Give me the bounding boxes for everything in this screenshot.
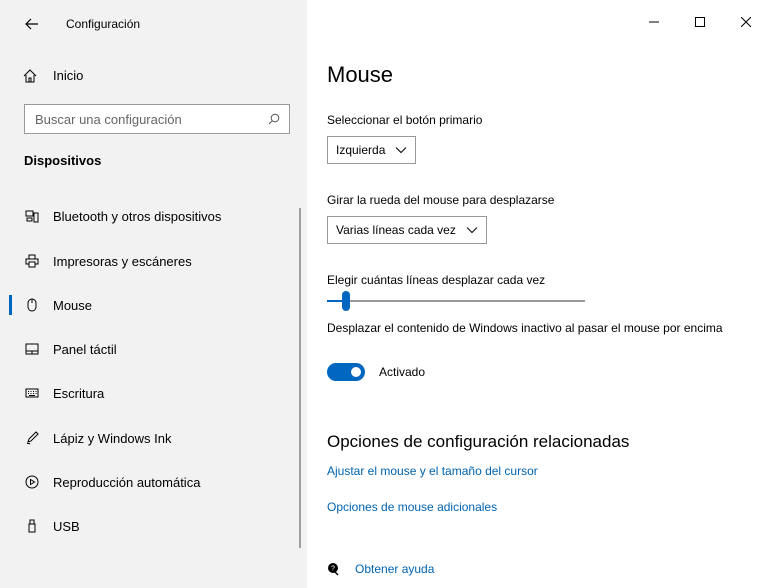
pen-icon xyxy=(24,430,40,446)
primary-button-value: Izquierda xyxy=(336,143,386,157)
bluetooth-devices-icon xyxy=(24,208,40,224)
window-controls xyxy=(631,0,769,44)
main-content: Mouse Seleccionar el botón primario Izqu… xyxy=(307,0,769,588)
close-icon xyxy=(741,17,751,27)
search-input[interactable] xyxy=(25,111,259,127)
page-title: Mouse xyxy=(327,62,394,87)
sidebar-item-printers[interactable]: Impresoras y escáneres xyxy=(0,241,298,281)
svg-text:?: ? xyxy=(331,566,335,573)
back-arrow-icon xyxy=(25,18,38,30)
sidebar-item-label: Reproducción automática xyxy=(53,475,201,490)
usb-icon xyxy=(24,518,40,534)
mouse-icon xyxy=(24,297,40,313)
sidebar-item-label: Bluetooth y otros dispositivos xyxy=(53,209,222,224)
close-button[interactable] xyxy=(723,0,769,44)
printer-icon xyxy=(24,253,40,269)
chevron-down-icon xyxy=(466,224,478,236)
inactive-scroll-label: Desplazar el contenido de Windows inacti… xyxy=(327,321,723,335)
sidebar-item-home[interactable]: Inicio xyxy=(0,60,307,92)
autoplay-icon xyxy=(24,474,40,490)
get-help-link[interactable]: ? Obtener ayuda xyxy=(327,562,434,576)
get-help-label: Obtener ayuda xyxy=(355,562,435,576)
maximize-button[interactable] xyxy=(677,0,723,44)
scroll-wheel-label: Girar la rueda del mouse para desplazars… xyxy=(327,193,555,207)
sidebar-item-mouse[interactable]: Mouse xyxy=(0,285,298,325)
lines-slider[interactable] xyxy=(327,291,585,311)
touchpad-icon xyxy=(24,341,40,357)
sidebar-item-label: Mouse xyxy=(53,298,93,313)
cursor-size-link[interactable]: Ajustar el mouse y el tamaño del cursor xyxy=(327,464,538,478)
scroll-wheel-dropdown[interactable]: Varias líneas cada vez xyxy=(327,216,487,244)
sidebar-item-pen[interactable]: Lápiz y Windows Ink xyxy=(0,418,298,458)
sidebar-item-label: Panel táctil xyxy=(53,342,117,357)
sidebar-scrollbar[interactable] xyxy=(299,208,301,548)
home-icon xyxy=(23,69,37,83)
lines-slider-label: Elegir cuántas líneas desplazar cada vez xyxy=(327,273,546,287)
minimize-icon xyxy=(649,21,659,23)
back-button[interactable] xyxy=(18,10,46,38)
toggle-knob xyxy=(351,367,361,377)
inactive-scroll-toggle-row: Activado xyxy=(327,362,425,382)
additional-mouse-options-link[interactable]: Opciones de mouse adicionales xyxy=(327,500,497,514)
sidebar: Configuración Inicio Dispositivos Blueto… xyxy=(0,0,307,588)
section-heading: Dispositivos xyxy=(24,153,102,168)
sidebar-item-bluetooth[interactable]: Bluetooth y otros dispositivos xyxy=(0,196,298,236)
app-title: Configuración xyxy=(66,17,141,31)
sidebar-item-autoplay[interactable]: Reproducción automática xyxy=(0,462,298,502)
slider-track xyxy=(327,300,585,302)
keyboard-icon xyxy=(24,385,40,401)
primary-button-dropdown[interactable]: Izquierda xyxy=(327,136,417,164)
sidebar-item-label: Lápiz y Windows Ink xyxy=(53,431,172,446)
slider-thumb[interactable] xyxy=(342,291,350,311)
inactive-scroll-toggle[interactable] xyxy=(327,363,365,381)
sidebar-item-usb[interactable]: USB xyxy=(0,506,298,546)
minimize-button[interactable] xyxy=(631,0,677,44)
scroll-wheel-value: Varias líneas cada vez xyxy=(336,223,456,237)
search-box xyxy=(24,104,290,134)
search-icon[interactable] xyxy=(259,105,289,133)
primary-button-label: Seleccionar el botón primario xyxy=(327,113,483,127)
toggle-state-label: Activado xyxy=(379,365,426,379)
chevron-down-icon xyxy=(395,144,407,156)
sidebar-item-label: USB xyxy=(53,519,80,534)
sidebar-item-typing[interactable]: Escritura xyxy=(0,373,298,413)
sidebar-item-label: Escritura xyxy=(53,386,105,401)
sidebar-item-touchpad[interactable]: Panel táctil xyxy=(0,329,298,369)
help-chat-icon: ? xyxy=(328,563,339,576)
sidebar-item-home-label: Inicio xyxy=(53,68,84,83)
related-settings-title: Opciones de configuración relacionadas xyxy=(327,432,630,451)
maximize-icon xyxy=(695,17,705,27)
sidebar-item-label: Impresoras y escáneres xyxy=(53,254,192,269)
